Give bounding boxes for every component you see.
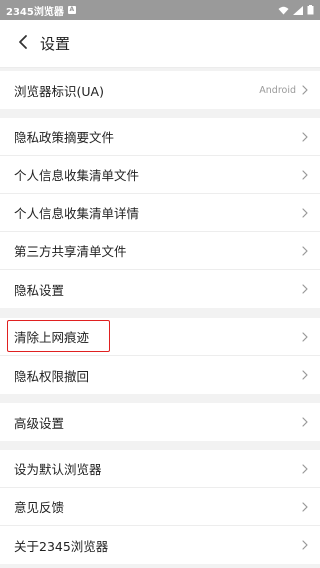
settings-item-label: 高级设置	[14, 415, 65, 431]
status-bar: 2345浏览器 A	[0, 0, 320, 20]
settings-item-advanced[interactable]: 高级设置	[0, 403, 320, 441]
settings-item-label: 隐私设置	[14, 282, 65, 298]
settings-item-label: 第三方共享清单文件	[14, 244, 127, 259]
status-app-name: 2345浏览器	[6, 6, 64, 18]
settings-item-label: 隐私权限撤回	[14, 368, 90, 384]
chevron-right-icon	[302, 131, 308, 142]
chevron-right-icon	[302, 245, 308, 256]
settings-item-third-party[interactable]: 第三方共享清单文件	[0, 232, 320, 270]
signal-icon	[293, 5, 303, 15]
chevron-right-icon	[302, 501, 308, 512]
chevron-right-icon	[302, 331, 308, 342]
settings-item-privacy-settings[interactable]: 隐私设置	[0, 270, 320, 308]
settings-section-advanced: 高级设置	[0, 403, 320, 441]
chevron-right-icon	[302, 85, 308, 95]
settings-item-revoke-permissions[interactable]: 隐私权限撤回	[0, 356, 320, 394]
chevron-right-icon	[302, 284, 308, 294]
chevron-right-icon	[302, 463, 308, 474]
row-right: Android	[259, 85, 308, 96]
chevron-right-icon	[302, 207, 308, 218]
chevron-right-icon	[302, 370, 308, 380]
settings-section-privacy: 隐私政策摘要文件 个人信息收集清单文件 个人信息收集清单详情 第三方共享清单文件…	[0, 118, 320, 308]
chevron-right-icon	[302, 540, 308, 550]
chevron-right-icon	[302, 169, 308, 180]
settings-item-label: 隐私政策摘要文件	[14, 130, 115, 145]
wifi-icon	[278, 6, 289, 15]
settings-item-feedback[interactable]: 意见反馈	[0, 488, 320, 526]
status-notification-badge: A	[67, 6, 76, 14]
settings-item-clear-history[interactable]: 清除上网痕迹	[0, 318, 320, 356]
settings-item-label: 浏览器标识(UA)	[14, 83, 104, 99]
back-button[interactable]	[0, 20, 40, 68]
settings-item-about[interactable]: 关于2345浏览器	[0, 526, 320, 564]
settings-item-ua[interactable]: 浏览器标识(UA) Android	[0, 71, 320, 109]
settings-section-general: 设为默认浏览器 意见反馈 关于2345浏览器	[0, 450, 320, 564]
battery-icon	[307, 5, 314, 15]
settings-item-label: 设为默认浏览器	[14, 462, 102, 477]
settings-item-personal-info-file[interactable]: 个人信息收集清单文件	[0, 156, 320, 194]
settings-item-label: 清除上网痕迹	[14, 330, 90, 345]
title-bar: 设置	[0, 20, 320, 68]
settings-item-label: 个人信息收集清单文件	[14, 168, 140, 183]
settings-section-clear: 清除上网痕迹 隐私权限撤回	[0, 318, 320, 394]
chevron-left-icon	[17, 34, 29, 54]
settings-item-label: 个人信息收集清单详情	[14, 206, 140, 221]
settings-item-label: 意见反馈	[14, 500, 65, 515]
settings-item-privacy-summary[interactable]: 隐私政策摘要文件	[0, 118, 320, 156]
status-left: 2345浏览器 A	[6, 3, 76, 18]
chevron-right-icon	[302, 417, 308, 427]
settings-section-ua: 浏览器标识(UA) Android	[0, 71, 320, 109]
status-right	[278, 5, 314, 15]
settings-item-label: 关于2345浏览器	[14, 538, 109, 554]
page-title: 设置	[40, 35, 71, 53]
settings-item-set-default[interactable]: 设为默认浏览器	[0, 450, 320, 488]
settings-item-personal-info-detail[interactable]: 个人信息收集清单详情	[0, 194, 320, 232]
settings-item-value: Android	[259, 84, 296, 96]
